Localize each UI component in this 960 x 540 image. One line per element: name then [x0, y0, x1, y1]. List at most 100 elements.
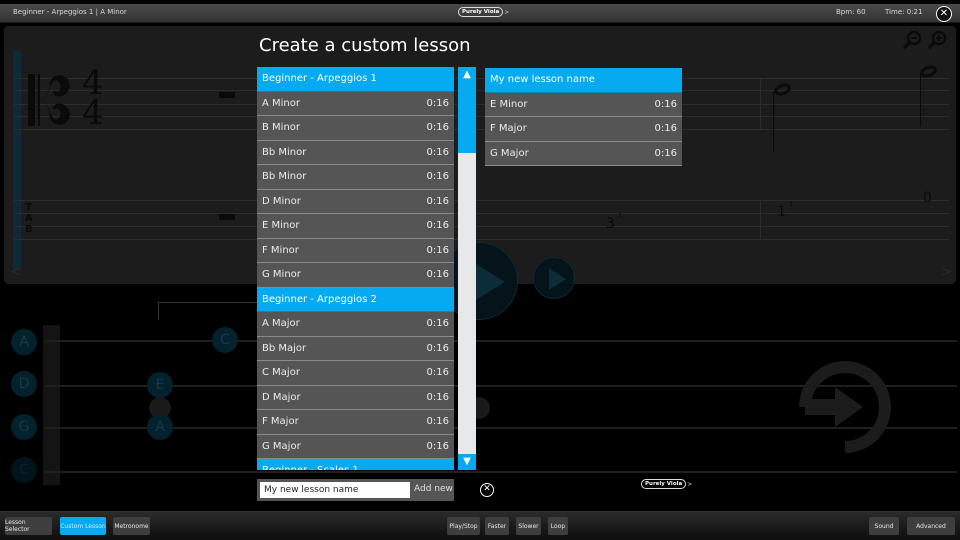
- loop-icon[interactable]: [795, 357, 895, 457]
- lesson-item[interactable]: E Minor 0:16: [257, 214, 454, 239]
- time-signature: 4 4: [82, 66, 104, 133]
- staff-line: [14, 116, 949, 117]
- lesson-name: G Major: [262, 440, 301, 452]
- whole-rest: [219, 92, 235, 98]
- lesson-name: F Major: [490, 123, 527, 135]
- staff-line: [14, 90, 949, 91]
- group-header: Beginner - Arpeggios 1: [257, 67, 454, 92]
- metronome-button[interactable]: Metronome: [113, 517, 150, 535]
- note-stem: [773, 92, 774, 152]
- close-modal-button[interactable]: ✕: [480, 483, 494, 497]
- custom-lesson-item[interactable]: G Major 0:16: [485, 141, 682, 166]
- open-string-a[interactable]: A: [11, 329, 37, 355]
- lesson-item[interactable]: A Minor 0:16: [257, 91, 454, 116]
- lesson-duration: 0:16: [426, 122, 449, 134]
- tab-fret-number: 1: [777, 204, 786, 220]
- time-readout: Time: 0:21: [885, 8, 923, 16]
- custom-lesson-item[interactable]: E Minor 0:16: [485, 92, 682, 117]
- advanced-button[interactable]: Advanced: [907, 517, 955, 535]
- logo-arrow: >: [504, 8, 510, 16]
- play-stop-button[interactable]: Play/Stop: [447, 517, 480, 535]
- lesson-name: B Minor: [262, 122, 301, 134]
- lesson-name: Bb Major: [262, 342, 307, 354]
- scroll-left-button[interactable]: <: [10, 264, 22, 280]
- zoom-in-icon[interactable]: [927, 30, 947, 50]
- lesson-name: G Major: [490, 147, 529, 159]
- bar-line: [760, 78, 761, 130]
- lesson-item[interactable]: C Major 0:16: [257, 361, 454, 386]
- custom-lesson-header: My new lesson name: [485, 68, 682, 93]
- lesson-duration: 0:16: [426, 171, 449, 183]
- lesson-duration: 0:16: [426, 195, 449, 207]
- lesson-item[interactable]: A Major 0:16: [257, 312, 454, 337]
- lesson-item[interactable]: G Major 0:16: [257, 434, 454, 459]
- lesson-item[interactable]: Bb Major 0:16: [257, 336, 454, 361]
- note-marker-e: E: [147, 372, 173, 398]
- sound-button[interactable]: Sound: [869, 517, 899, 535]
- lesson-duration: 0:16: [426, 416, 449, 428]
- playhead-bar: [13, 51, 21, 269]
- group-header: Beginner - Scales 1: [257, 459, 454, 470]
- group-header-label: Beginner - Scales 1: [262, 465, 359, 470]
- lesson-name: Bb Minor: [262, 146, 307, 158]
- viola-logo-icon: Purely Viola: [641, 479, 687, 489]
- lesson-library-list: Beginner - Arpeggios 1 A Minor 0:16 B Min…: [257, 67, 454, 470]
- group-header-label: Beginner - Arpeggios 2: [262, 293, 377, 305]
- lesson-selector-button[interactable]: Lesson Selector: [5, 517, 52, 535]
- lesson-item[interactable]: B Minor 0:16: [257, 116, 454, 141]
- lesson-duration: 0:16: [426, 318, 449, 330]
- lesson-item[interactable]: Bb Minor 0:16: [257, 140, 454, 165]
- tab-finger-number: 1: [618, 212, 623, 220]
- lesson-name-input[interactable]: [260, 482, 410, 498]
- note-marker-c: C: [212, 327, 238, 353]
- scroll-up-button[interactable]: ▲: [458, 67, 476, 83]
- scroll-down-button[interactable]: ▼: [458, 454, 476, 470]
- lesson-item[interactable]: G Minor 0:16: [257, 263, 454, 288]
- tab-line: [14, 239, 949, 240]
- lesson-name: C Major: [262, 367, 300, 379]
- position-bracket: [158, 302, 258, 320]
- app-logo: Purely Viola >: [458, 7, 509, 17]
- play-slow-button[interactable]: [533, 257, 575, 299]
- lesson-duration: 0:16: [426, 220, 449, 232]
- custom-lesson-button[interactable]: Custom Lesson: [60, 517, 106, 535]
- arrow-up-icon: ▲: [463, 69, 471, 80]
- lesson-item[interactable]: F Major 0:16: [257, 410, 454, 435]
- loop-button[interactable]: Loop: [548, 517, 568, 535]
- lesson-name: G Minor: [262, 269, 301, 281]
- tab-fret-number: 3: [606, 216, 615, 232]
- add-new-button[interactable]: Add new: [414, 484, 453, 494]
- open-string-d[interactable]: D: [11, 371, 37, 397]
- close-icon: ✕: [483, 484, 491, 494]
- lesson-item[interactable]: D Major 0:16: [257, 385, 454, 410]
- lesson-duration: 0:16: [654, 147, 677, 159]
- bpm-readout: Bpm: 60: [836, 8, 866, 16]
- lesson-duration: 0:16: [426, 440, 449, 452]
- string-c: [45, 471, 957, 473]
- scroll-right-button[interactable]: >: [941, 264, 953, 280]
- staff-line: [14, 104, 949, 105]
- close-app-button[interactable]: ✕: [936, 6, 952, 22]
- lesson-duration: 0:16: [426, 244, 449, 256]
- open-string-g[interactable]: G: [11, 414, 37, 440]
- list-scrollbar[interactable]: ▲ ▼: [458, 67, 476, 470]
- add-lesson-bar: Add new: [257, 479, 454, 501]
- lesson-item[interactable]: Bb Minor 0:16: [257, 165, 454, 190]
- open-string-c[interactable]: C: [11, 457, 37, 483]
- faster-button[interactable]: Faster: [485, 517, 509, 535]
- tab-fret-number: 0: [923, 190, 932, 206]
- time-signature-bottom: 4: [82, 93, 104, 133]
- zoom-out-icon[interactable]: [902, 30, 922, 50]
- scrollbar-thumb[interactable]: [458, 83, 476, 153]
- bar-line: [760, 200, 761, 240]
- lesson-name: D Minor: [262, 195, 301, 207]
- lesson-item[interactable]: D Minor 0:16: [257, 189, 454, 214]
- arrow-down-icon: ▼: [463, 456, 471, 467]
- lesson-duration: 0:16: [654, 98, 677, 110]
- custom-lesson-item[interactable]: F Major 0:16: [485, 117, 682, 142]
- group-header: Beginner - Arpeggios 2: [257, 287, 454, 312]
- note-stem: [920, 73, 921, 127]
- lesson-item[interactable]: F Minor 0:16: [257, 238, 454, 263]
- slower-button[interactable]: Slower: [516, 517, 541, 535]
- tab-line: [14, 226, 949, 227]
